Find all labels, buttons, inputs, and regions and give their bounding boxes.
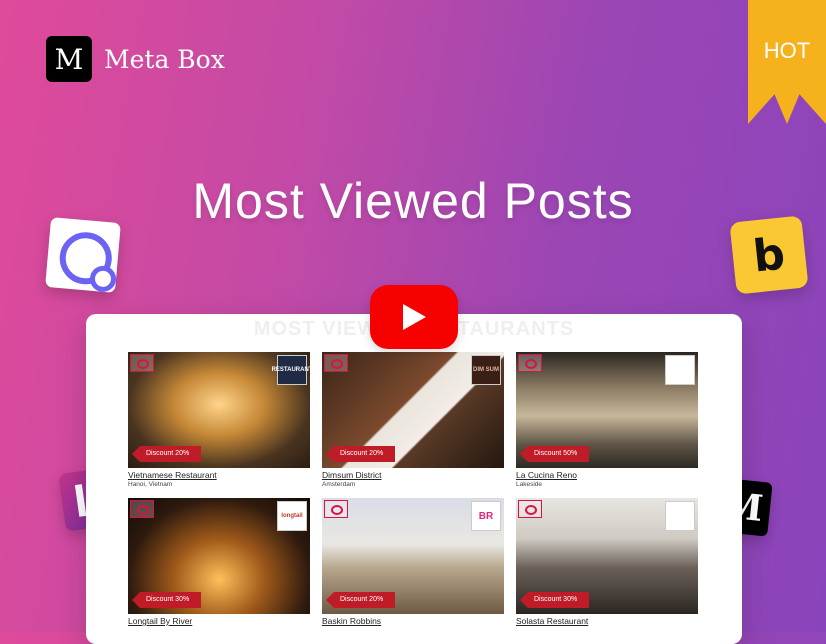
eye-icon [130, 500, 154, 518]
eye-icon [518, 354, 542, 372]
restaurant-logo [665, 501, 695, 531]
eye-icon [130, 354, 154, 372]
discount-badge: Discount 20% [326, 446, 396, 462]
list-item[interactable]: Discount 50% La Cucina Reno Lakeside [516, 352, 698, 488]
restaurant-location: Hanoi, Vietnam [128, 481, 173, 488]
restaurant-logo [665, 355, 695, 385]
youtube-play-icon[interactable] [370, 285, 458, 349]
eye-icon [518, 500, 542, 518]
hot-label: HOT [763, 38, 811, 63]
eye-icon [324, 354, 348, 372]
meta-box-logo-icon: M [46, 36, 92, 82]
restaurant-logo: RESTAURANT [272, 355, 310, 385]
restaurant-name[interactable]: La Cucina Reno [516, 470, 698, 480]
list-item[interactable]: longtail Discount 30% Longtail By River [128, 498, 310, 627]
discount-badge: Discount 50% [520, 446, 590, 462]
discount-badge: Discount 20% [132, 446, 202, 462]
restaurant-name[interactable]: Vietnamese Restaurant [128, 470, 310, 480]
discount-badge: Discount 30% [520, 592, 590, 608]
restaurant-photo[interactable]: Discount 30% [516, 498, 698, 614]
restaurant-name[interactable]: Longtail By River [128, 616, 310, 626]
brand: M Meta Box [46, 36, 225, 82]
restaurants-card: MOST VIEWED RESTAURANTS RESTAURANT Disco… [86, 314, 742, 644]
list-item[interactable]: Discount 30% Solasta Restaurant [516, 498, 698, 627]
restaurant-photo[interactable]: Discount 50% [516, 352, 698, 468]
discount-badge: Discount 20% [326, 592, 396, 608]
discount-badge: Discount 30% [132, 592, 202, 608]
eye-icon [324, 500, 348, 518]
page-title: Most Viewed Posts [192, 173, 634, 229]
restaurant-location: Lakeside [516, 481, 543, 488]
restaurant-name[interactable]: Solasta Restaurant [516, 616, 698, 626]
restaurant-logo: longtail [277, 501, 307, 531]
restaurant-name[interactable]: Baskin Robbins [322, 616, 504, 626]
beaver-builder-logo-icon: b [729, 215, 809, 295]
list-item[interactable]: BR Discount 20% Baskin Robbins [322, 498, 504, 627]
oxygen-logo-icon [45, 217, 121, 293]
restaurant-photo[interactable]: DIM SUM Discount 20% [322, 352, 504, 468]
restaurant-photo[interactable]: longtail Discount 30% [128, 498, 310, 614]
restaurant-logo: DIM SUM [471, 355, 501, 385]
restaurant-name[interactable]: Dimsum District [322, 470, 504, 480]
list-item[interactable]: RESTAURANT Discount 20% Vietnamese Resta… [128, 352, 310, 488]
restaurant-logo: BR [471, 501, 501, 531]
list-item[interactable]: DIM SUM Discount 20% Dimsum District Ams… [322, 352, 504, 488]
restaurant-photo[interactable]: RESTAURANT Discount 20% [128, 352, 310, 468]
restaurant-location: Amsterdam [322, 481, 356, 488]
restaurant-photo[interactable]: BR Discount 20% [322, 498, 504, 614]
brand-name: Meta Box [104, 44, 225, 74]
